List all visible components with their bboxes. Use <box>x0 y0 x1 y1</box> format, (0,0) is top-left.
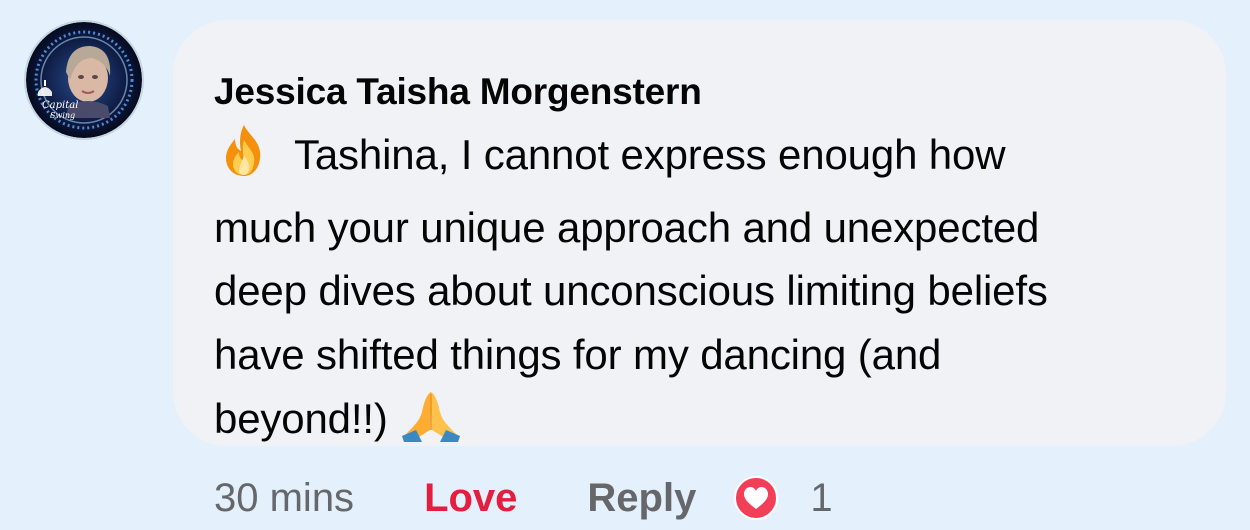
reaction-count[interactable]: 1 <box>810 476 832 521</box>
comment-line-4: have shifted things for my dancing (and <box>214 330 942 378</box>
comment-line-1: Tashina, I cannot express enough how <box>214 122 1186 196</box>
comment-line-5-text: beyond!!) <box>214 395 388 442</box>
folded-hands-emoji-icon <box>400 386 462 460</box>
love-reaction-button[interactable]: Love <box>424 476 517 521</box>
comment-actions: 30 mins Love Reply 1 <box>214 470 833 526</box>
reply-button[interactable]: Reply <box>587 476 696 521</box>
comment-text: Tashina, I cannot express enough how muc… <box>214 122 1186 460</box>
avatar-image: Capital Swing <box>26 22 142 138</box>
author-avatar[interactable]: Capital Swing <box>26 22 142 138</box>
comment-author-name[interactable]: Jessica Taisha Morgenstern <box>214 68 1186 116</box>
comment-line-1-text: Tashina, I cannot express enough how <box>294 131 1006 178</box>
comment-line-5: beyond!!) <box>214 386 1186 460</box>
fire-emoji-icon <box>216 122 272 196</box>
heart-reaction-icon[interactable] <box>734 476 779 520</box>
comment-timestamp[interactable]: 30 mins <box>214 476 354 521</box>
comment-line-2: much your unique approach and unexpected <box>214 203 1040 251</box>
avatar-logo-text: Capital <box>42 100 78 111</box>
comment-line-3: deep dives about unconscious limiting be… <box>214 267 1048 314</box>
avatar-logo-subtext: Swing <box>50 111 75 120</box>
comment-bubble: Jessica Taisha Morgenstern Tashina, I ca… <box>173 20 1226 446</box>
